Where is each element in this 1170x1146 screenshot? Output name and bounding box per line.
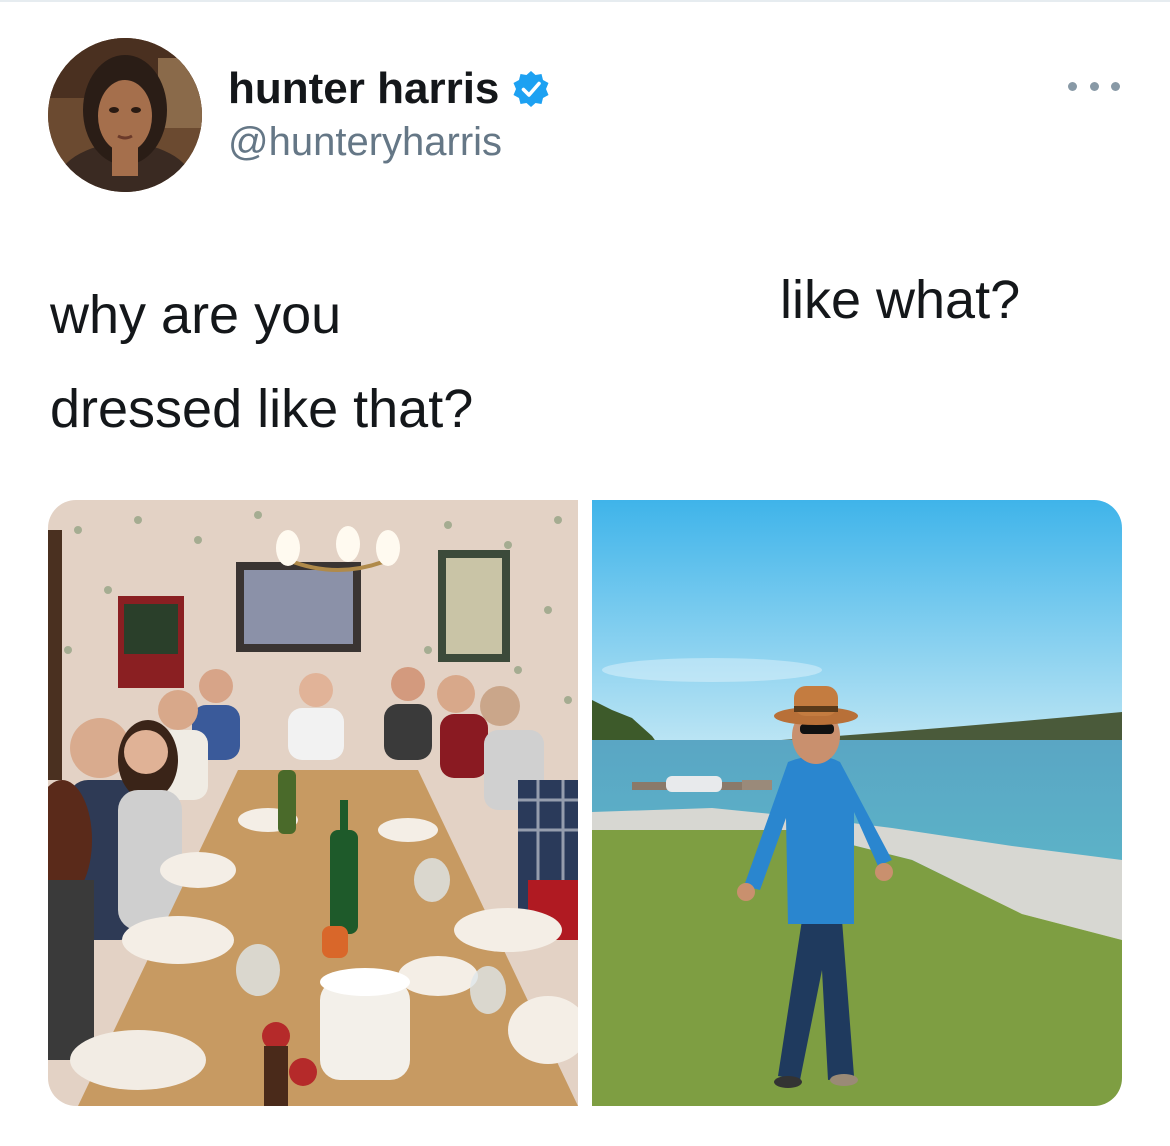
more-dot: [1089, 81, 1099, 91]
dinner-party-photo[interactable]: [48, 500, 578, 1106]
display-name[interactable]: hunter harris: [228, 64, 551, 114]
more-dot: [1111, 81, 1120, 91]
tweet-media[interactable]: [48, 500, 1122, 1106]
author-handle[interactable]: @hunteryharris: [228, 118, 502, 166]
more-dot: [1068, 81, 1077, 91]
tweet-text-right: like what?: [780, 270, 1021, 330]
more-horizontal-icon[interactable]: [1068, 74, 1120, 98]
display-name-text[interactable]: hunter harris: [228, 64, 499, 114]
top-divider: [0, 0, 1170, 2]
man-by-water-photo[interactable]: [592, 500, 1122, 1106]
avatar[interactable]: [48, 38, 202, 192]
verified-badge-icon: [513, 71, 549, 107]
tweet-text-left: why are you dressed like that?: [50, 285, 474, 439]
